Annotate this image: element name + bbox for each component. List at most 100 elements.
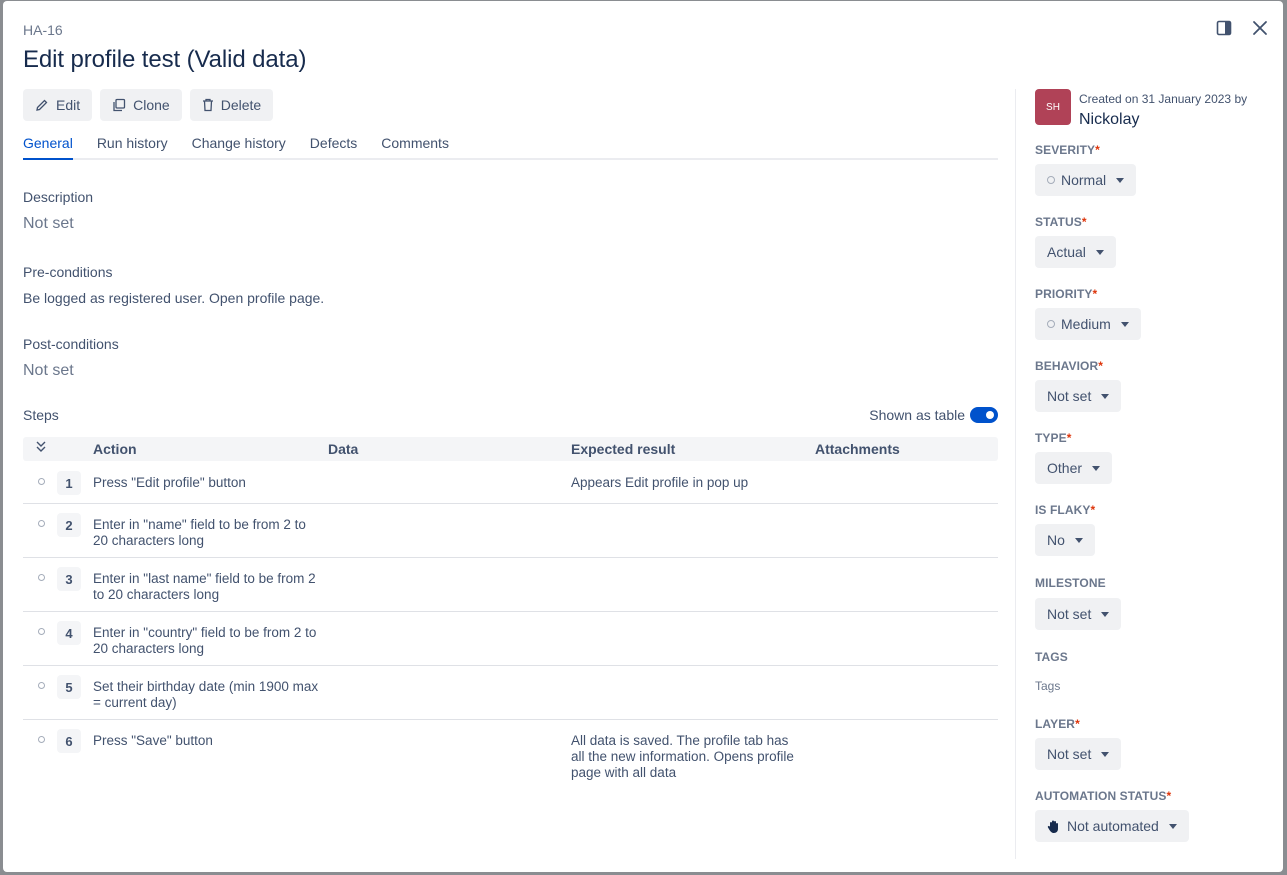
table-row[interactable]: 3 Enter in "last name" field to be from … xyxy=(23,558,998,612)
flaky-label: IS FLAKY* xyxy=(1035,503,1096,517)
status-value: Actual xyxy=(1047,244,1086,260)
postconditions-label: Post-conditions xyxy=(23,336,119,352)
severity-value: Normal xyxy=(1061,172,1107,188)
step-action: Enter in "last name" field to be from 2 … xyxy=(93,571,316,602)
created-info: Created on 31 January 2023 by xyxy=(1079,92,1248,106)
step-status-dot xyxy=(38,736,45,743)
chevron-down-icon xyxy=(1116,177,1125,183)
tab-change-history[interactable]: Change history xyxy=(192,135,286,160)
chevron-down-icon xyxy=(1101,611,1110,617)
step-action: Enter in "name" field to be from 2 to 20… xyxy=(93,517,306,548)
top-icons xyxy=(1215,19,1269,37)
tab-comments[interactable]: Comments xyxy=(381,135,449,160)
table-row[interactable]: 4 Enter in "country" field to be from 2 … xyxy=(23,612,998,666)
chevron-down-icon xyxy=(1092,465,1101,471)
col-data: Data xyxy=(328,441,359,457)
pencil-icon xyxy=(36,99,48,111)
table-row[interactable]: 1 Press "Edit profile" button Appears Ed… xyxy=(23,461,998,504)
priority-ring-icon xyxy=(1047,320,1055,328)
behavior-value: Not set xyxy=(1047,388,1092,404)
status-select[interactable]: Actual xyxy=(1035,236,1116,268)
step-status-dot xyxy=(38,628,45,635)
step-action: Press "Edit profile" button xyxy=(93,475,246,490)
type-label: TYPE* xyxy=(1035,431,1072,445)
sidebar-divider xyxy=(1015,89,1016,859)
avatar[interactable]: SH xyxy=(1035,89,1071,125)
status-label: STATUS* xyxy=(1035,215,1087,229)
step-expected: All data is saved. The profile tab has a… xyxy=(571,733,794,780)
step-number: 3 xyxy=(57,567,81,591)
shown-as-table-toggle[interactable]: Shown as table xyxy=(869,407,998,423)
panel-toggle-icon[interactable] xyxy=(1215,19,1233,37)
preconditions-value[interactable]: Be logged as registered user. Open profi… xyxy=(23,290,324,306)
priority-value: Medium xyxy=(1061,316,1111,332)
flaky-select[interactable]: No xyxy=(1035,524,1095,556)
table-row[interactable]: 5 Set their birthday date (min 1900 max … xyxy=(23,666,998,720)
page-title: Edit profile test (Valid data) xyxy=(23,46,307,73)
postconditions-value[interactable]: Not set xyxy=(23,362,74,380)
step-number: 6 xyxy=(57,729,81,753)
edit-button[interactable]: Edit xyxy=(23,89,93,121)
step-status-dot xyxy=(38,520,45,527)
step-expected: Appears Edit profile in pop up xyxy=(571,475,749,490)
behavior-select[interactable]: Not set xyxy=(1035,380,1122,412)
case-key: HA-16 xyxy=(23,22,63,38)
priority-select[interactable]: Medium xyxy=(1035,308,1141,340)
automation-status-value: Not automated xyxy=(1067,818,1159,834)
description-label: Description xyxy=(23,189,94,205)
toggle-switch[interactable] xyxy=(970,407,998,423)
automation-status-select[interactable]: Not automated xyxy=(1035,810,1189,842)
step-action: Enter in "country" field to be from 2 to… xyxy=(93,625,317,656)
chevron-down-icon xyxy=(1168,823,1177,829)
priority-label: PRIORITY* xyxy=(1035,287,1098,301)
severity-select[interactable]: Normal xyxy=(1035,164,1137,196)
tab-defects[interactable]: Defects xyxy=(310,135,357,160)
milestone-value: Not set xyxy=(1047,606,1092,622)
type-value: Other xyxy=(1047,460,1083,476)
copy-icon xyxy=(113,98,126,112)
shown-as-table-label: Shown as table xyxy=(869,407,965,423)
step-status-dot xyxy=(38,682,45,689)
tags-label: TAGS xyxy=(1035,650,1068,664)
author-name[interactable]: Nickolay xyxy=(1079,111,1139,129)
toolbar: Edit Clone Delete xyxy=(23,89,274,121)
step-status-dot xyxy=(38,478,45,485)
test-case-modal: HA-16 Edit profile test (Valid data) Edi… xyxy=(3,1,1283,872)
step-number: 4 xyxy=(57,621,81,645)
steps-table: Action Data Expected result Attachments … xyxy=(23,437,998,790)
chevron-down-icon xyxy=(1095,249,1104,255)
type-select[interactable]: Other xyxy=(1035,452,1113,484)
step-number: 2 xyxy=(57,513,81,537)
table-row[interactable]: 2 Enter in "name" field to be from 2 to … xyxy=(23,504,998,558)
steps-table-header: Action Data Expected result Attachments xyxy=(23,437,998,461)
milestone-label: MILESTONE xyxy=(1035,576,1106,590)
layer-label: LAYER* xyxy=(1035,717,1080,731)
step-action: Set their birthday date (min 1900 max = … xyxy=(93,679,319,710)
automation-status-label: AUTOMATION STATUS* xyxy=(1035,789,1172,803)
edit-button-label: Edit xyxy=(56,97,81,113)
step-action: Press "Save" button xyxy=(93,733,213,748)
preconditions-label: Pre-conditions xyxy=(23,264,113,280)
tab-bar: General Run history Change history Defec… xyxy=(23,135,998,160)
clone-button[interactable]: Clone xyxy=(100,89,182,121)
tab-run-history[interactable]: Run history xyxy=(97,135,168,160)
description-value[interactable]: Not set xyxy=(23,215,74,233)
tags-input[interactable]: Tags xyxy=(1035,679,1060,693)
table-row[interactable]: 6 Press "Save" button All data is saved.… xyxy=(23,720,998,790)
flaky-value: No xyxy=(1047,532,1065,548)
chevron-down-icon xyxy=(1074,537,1083,543)
step-number: 1 xyxy=(57,471,81,495)
close-icon[interactable] xyxy=(1251,19,1269,37)
trash-icon xyxy=(202,98,213,112)
steps-label: Steps xyxy=(23,407,59,423)
collapse-all-icon[interactable] xyxy=(35,439,47,456)
step-number: 5 xyxy=(57,675,81,699)
severity-label: SEVERITY* xyxy=(1035,143,1100,157)
milestone-select[interactable]: Not set xyxy=(1035,598,1122,630)
behavior-label: BEHAVIOR* xyxy=(1035,359,1104,373)
delete-button[interactable]: Delete xyxy=(189,89,274,121)
layer-select[interactable]: Not set xyxy=(1035,738,1122,770)
delete-button-label: Delete xyxy=(220,97,262,113)
tab-general[interactable]: General xyxy=(23,135,73,160)
col-attachments: Attachments xyxy=(815,441,900,457)
